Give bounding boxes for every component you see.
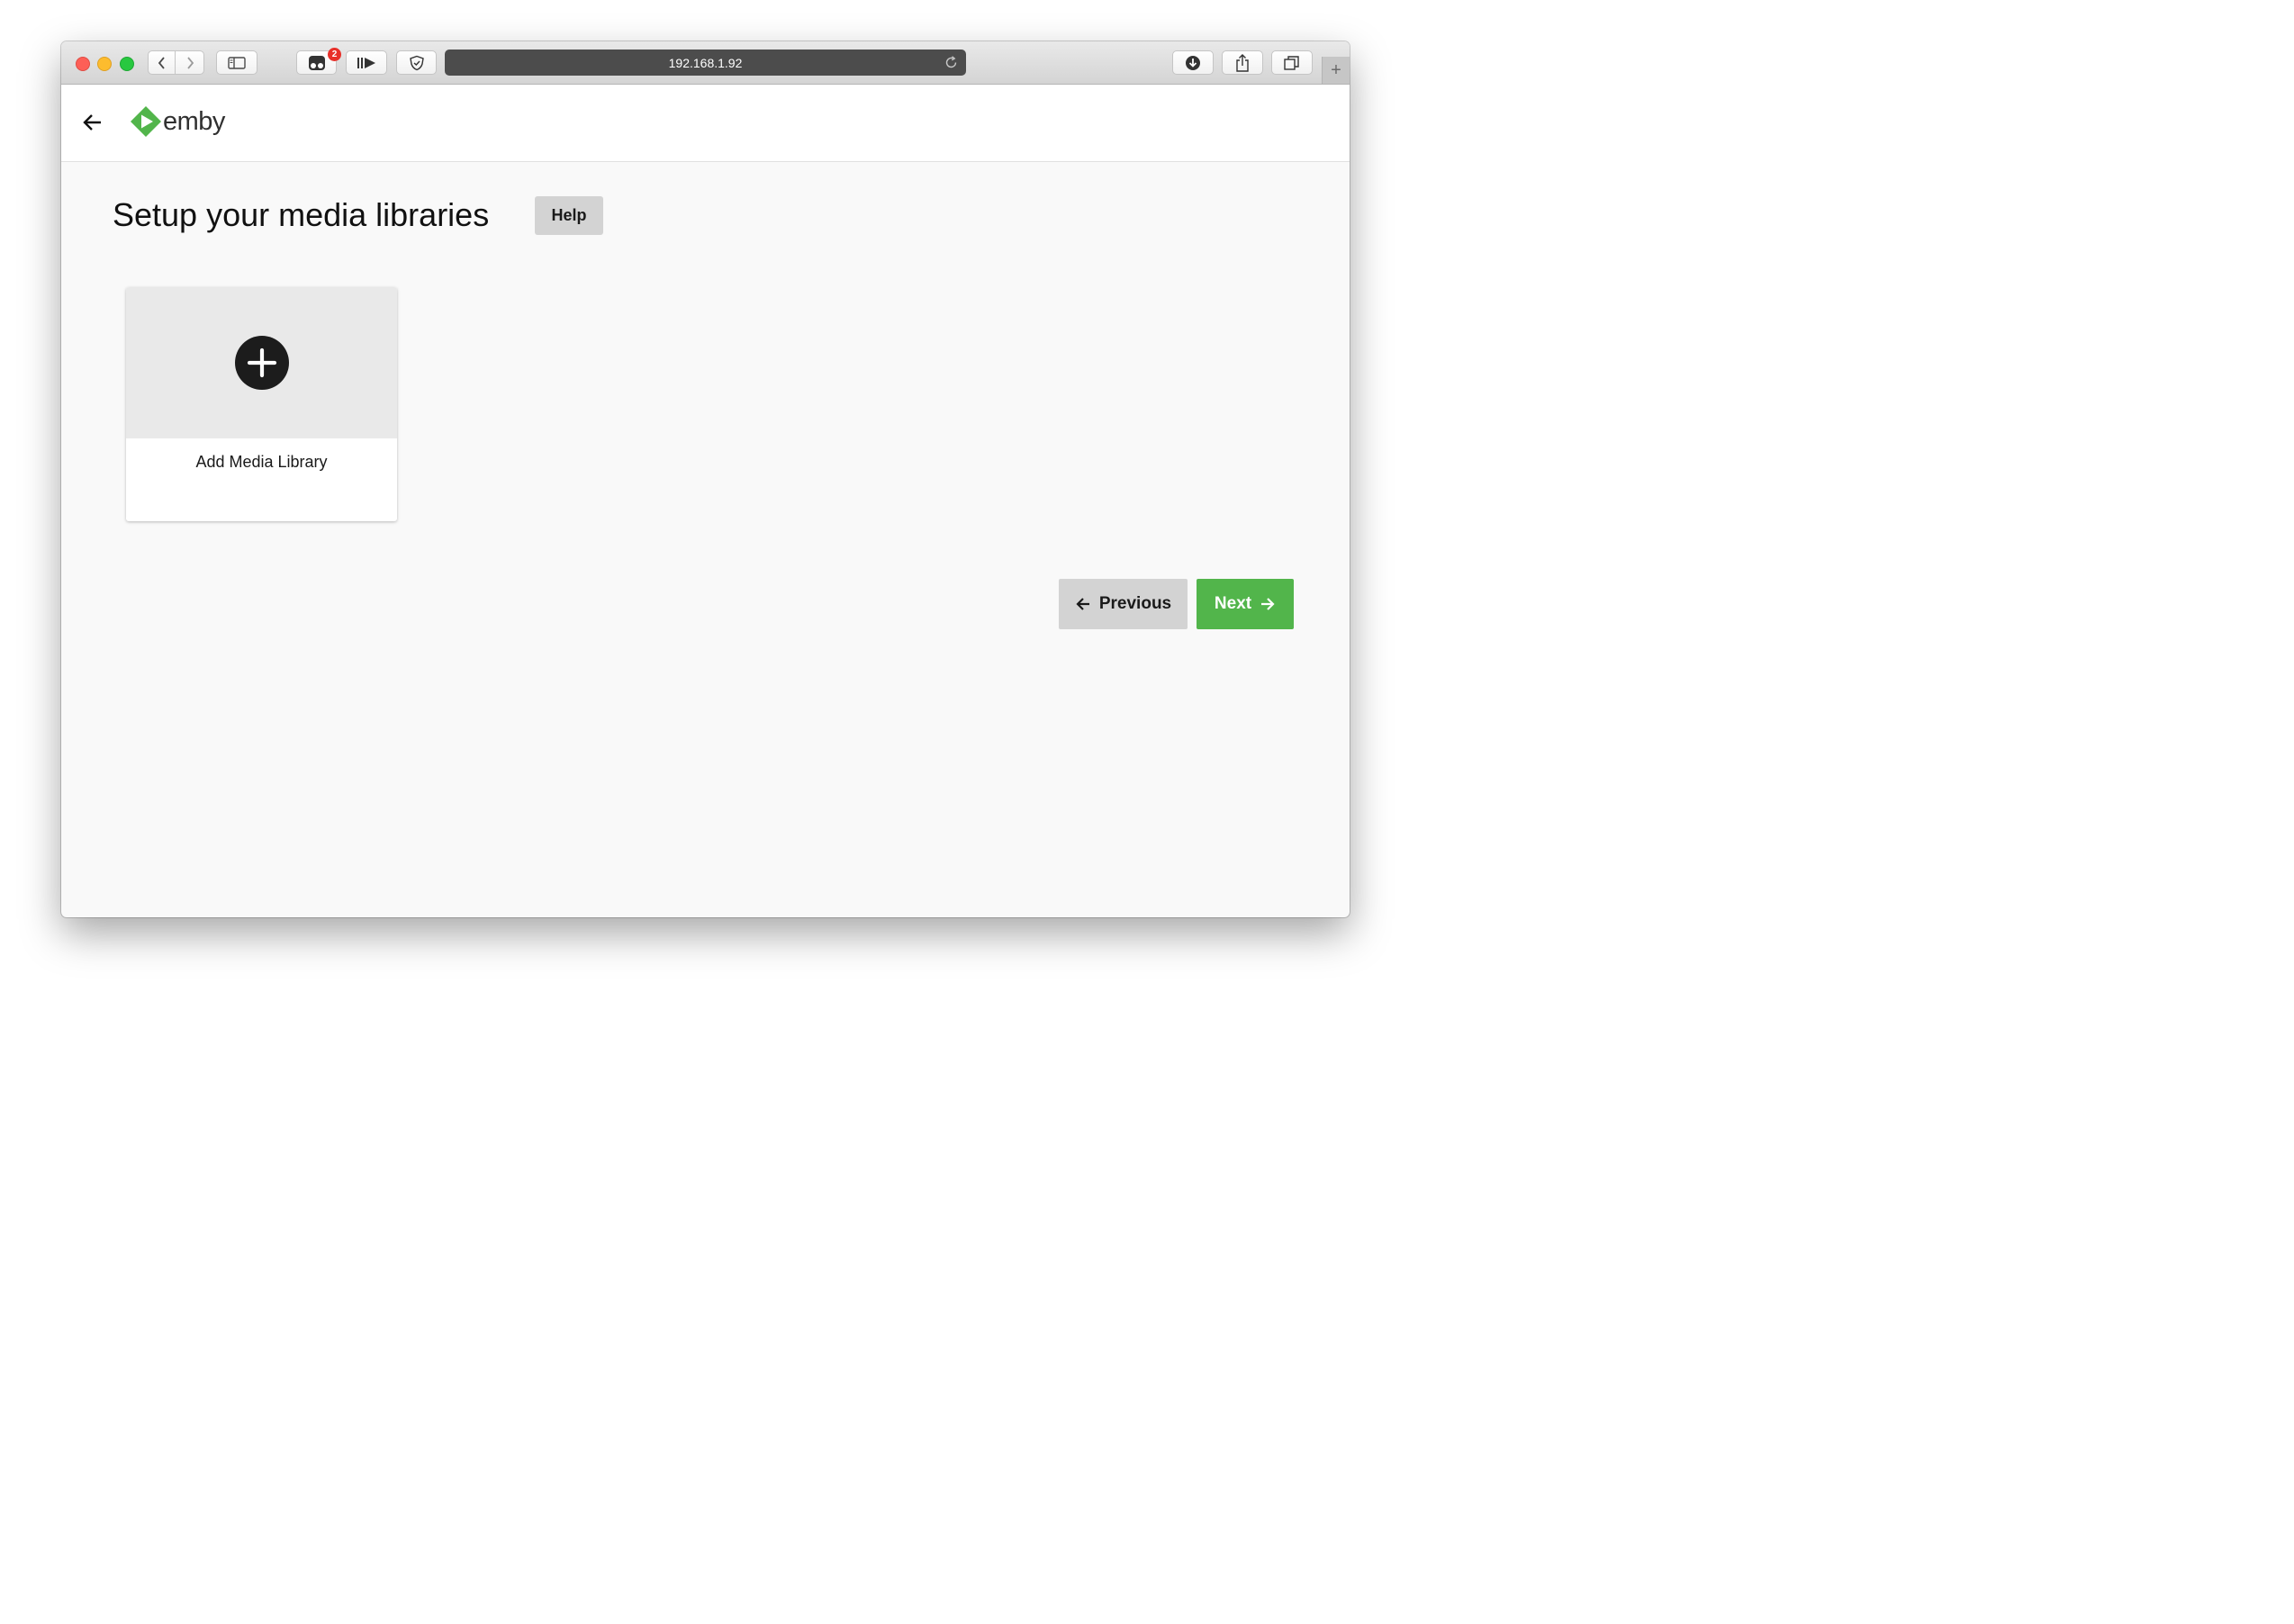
arrow-left-icon [1075, 596, 1091, 612]
card-image [126, 287, 397, 438]
minimize-window-button[interactable] [97, 57, 112, 71]
browser-back-button[interactable] [148, 50, 176, 75]
page-title: Setup your media libraries [113, 196, 490, 233]
new-tab-button[interactable]: + [1322, 57, 1350, 84]
next-button[interactable]: Next [1197, 579, 1294, 629]
shield-icon [409, 55, 424, 70]
tabs-overview-button[interactable] [1271, 50, 1313, 75]
play-forward-icon [357, 57, 375, 68]
plus-circle-icon [234, 336, 289, 390]
zoom-window-button[interactable] [120, 57, 134, 71]
download-icon [1186, 55, 1200, 70]
extension-badge: 2 [328, 48, 341, 61]
address-url: 192.168.1.92 [668, 55, 743, 70]
back-button[interactable] [81, 111, 104, 134]
sidebar-toggle-button[interactable] [216, 50, 257, 75]
extension-button[interactable]: 2 [296, 48, 341, 75]
browser-forward-button[interactable] [176, 50, 204, 75]
extension-icon [308, 55, 325, 70]
tabs-icon [1284, 55, 1299, 70]
chevron-right-icon [186, 56, 194, 69]
privacy-button[interactable] [396, 50, 437, 75]
logo-text: emby [163, 106, 225, 136]
arrow-right-icon [1260, 596, 1276, 612]
emby-logo-icon [131, 106, 161, 137]
previous-label: Previous [1098, 594, 1172, 613]
app-header: emby [61, 85, 1350, 162]
close-window-button[interactable] [76, 57, 90, 71]
sidebar-icon [228, 56, 246, 69]
browser-window: 2 192.168.1.92 + emby Setup your media l… [61, 41, 1350, 917]
add-media-library-card[interactable]: Add Media Library [126, 287, 397, 521]
downloads-button[interactable] [1172, 50, 1214, 75]
card-label: Add Media Library [195, 453, 328, 471]
address-bar[interactable]: 192.168.1.92 [445, 50, 966, 76]
help-button[interactable]: Help [535, 196, 603, 235]
share-icon [1236, 53, 1249, 72]
plus-icon: + [1331, 59, 1341, 80]
reload-icon[interactable] [944, 56, 958, 69]
reader-button[interactable] [346, 50, 387, 75]
browser-toolbar: 2 192.168.1.92 + [61, 41, 1350, 85]
arrow-left-icon [83, 114, 101, 131]
previous-button[interactable]: Previous [1059, 579, 1188, 629]
emby-logo[interactable]: emby [130, 105, 225, 138]
chevron-left-icon [158, 56, 165, 69]
share-button[interactable] [1222, 50, 1263, 75]
next-label: Next [1214, 594, 1252, 613]
